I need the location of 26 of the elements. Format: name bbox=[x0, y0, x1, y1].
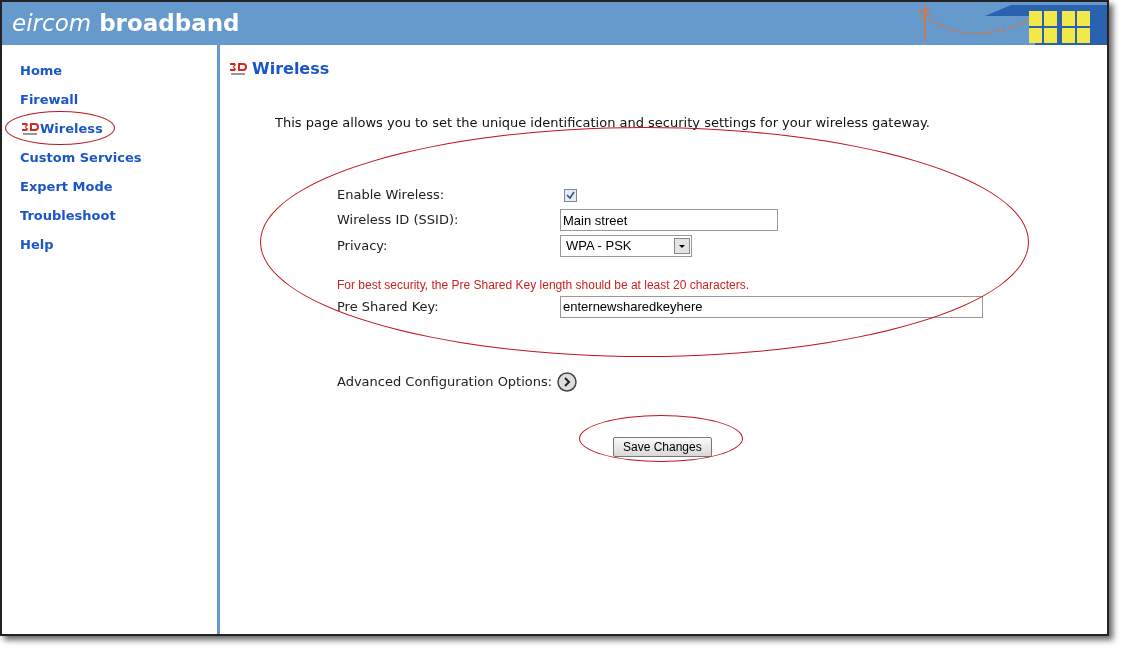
privacy-dropdown[interactable]: WPA - PSK bbox=[560, 235, 692, 257]
field-label: Privacy: bbox=[337, 237, 389, 256]
nav-link[interactable]: Wireless bbox=[20, 119, 103, 138]
nav-link[interactable]: Firewall bbox=[20, 90, 79, 109]
field-label: Pre Shared Key: bbox=[337, 297, 440, 316]
nav-link[interactable]: Troubleshoot bbox=[20, 206, 116, 225]
brand-name: eircom bbox=[12, 9, 92, 39]
field-label: Advanced Configuration Options: bbox=[337, 372, 553, 391]
nav-link[interactable]: Home bbox=[20, 61, 63, 80]
psk-input[interactable]: enternewsharedkeyhere bbox=[560, 295, 983, 318]
3d-logo-icon bbox=[20, 120, 40, 137]
warning-text: For best security, the Pre Shared Key length should be at least 20 characters. bbox=[337, 276, 750, 294]
dropdown-caret-icon bbox=[674, 238, 690, 254]
field-label: Wireless ID (SSID): bbox=[337, 211, 460, 230]
field-label: Enable Wireless: bbox=[337, 186, 446, 205]
save-button[interactable]: Save Changes bbox=[613, 436, 712, 457]
3d-logo-icon bbox=[228, 61, 248, 77]
nav-link[interactable]: Expert Mode bbox=[20, 177, 113, 196]
chevron-right-icon[interactable] bbox=[557, 371, 578, 392]
nav-link[interactable]: Help bbox=[20, 235, 54, 254]
enable-checkbox[interactable] bbox=[564, 188, 577, 202]
ssid-input[interactable]: Main street bbox=[560, 209, 778, 231]
intro-text: This page allows you to set the unique identification and security settings for your wireless gateway. bbox=[275, 114, 931, 132]
brand-name: broadband bbox=[99, 9, 240, 39]
page-title: Wireless bbox=[252, 58, 330, 80]
nav-link[interactable]: Custom Services bbox=[20, 148, 142, 167]
